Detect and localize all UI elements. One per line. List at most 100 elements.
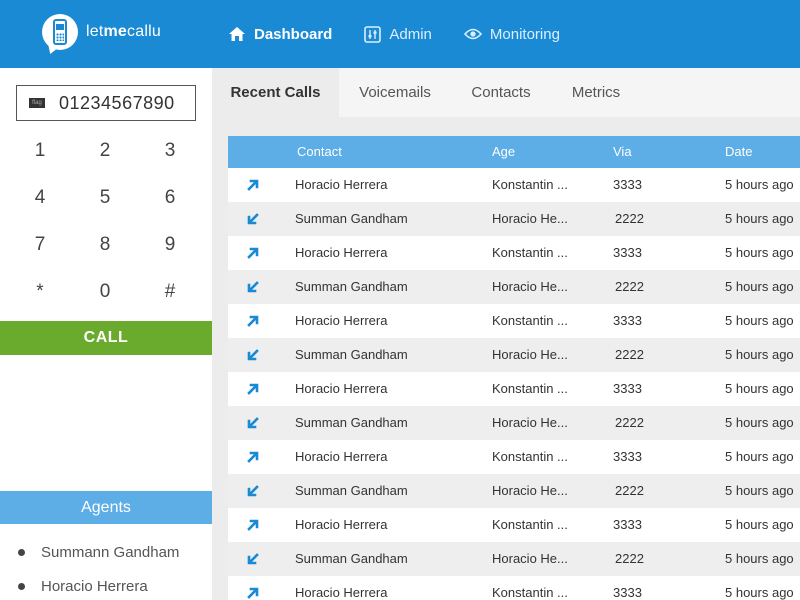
cell-date: 5 hours ago bbox=[725, 211, 794, 226]
phone-number-value: 01234567890 bbox=[59, 92, 175, 113]
cell-age: Konstantin ... bbox=[492, 585, 568, 600]
key-8[interactable]: 8 bbox=[75, 225, 135, 265]
cell-age: Konstantin ... bbox=[492, 449, 568, 464]
nav-admin-label: Admin bbox=[389, 25, 432, 43]
table-row[interactable]: Horacio Herrera Konstantin ... 3333 5 hours… bbox=[228, 508, 800, 542]
outgoing-call-icon bbox=[246, 178, 260, 192]
logo[interactable]: letmecallu bbox=[42, 14, 161, 50]
table-row[interactable]: Horacio Herrera Konstantin ... 3333 5 hours… bbox=[228, 440, 800, 474]
key-hash[interactable]: # bbox=[140, 272, 200, 312]
cell-contact[interactable]: Summan Gandham bbox=[295, 542, 408, 576]
nav-admin[interactable]: Admin bbox=[364, 26, 432, 43]
cell-via: 3333 bbox=[613, 585, 642, 600]
cell-date: 5 hours ago bbox=[725, 551, 794, 566]
column-header-age[interactable]: Age bbox=[492, 136, 515, 168]
cell-date: 5 hours ago bbox=[725, 177, 794, 192]
column-header-contact[interactable]: Contact bbox=[297, 136, 342, 168]
cell-contact[interactable]: Horacio Herrera bbox=[295, 372, 387, 406]
key-0[interactable]: 0 bbox=[75, 272, 135, 312]
cell-age: Horacio He... bbox=[492, 415, 568, 430]
cell-via: 3333 bbox=[613, 313, 642, 328]
key-9[interactable]: 9 bbox=[140, 225, 200, 265]
top-bar: letmecallu Dashboard Admin Monitoring bbox=[0, 0, 800, 68]
table-row[interactable]: Horacio Herrera Konstantin ... 3333 5 hours… bbox=[228, 372, 800, 406]
agent-name: Horacio Herrera bbox=[41, 578, 148, 595]
cell-contact[interactable]: Summan Gandham bbox=[295, 338, 408, 372]
cell-contact[interactable]: Horacio Herrera bbox=[295, 168, 387, 202]
nav-dashboard-label: Dashboard bbox=[254, 25, 333, 43]
table-row[interactable]: Summan Gandham Horacio He... 2222 5 hours a… bbox=[228, 202, 800, 236]
key-5[interactable]: 5 bbox=[75, 178, 135, 218]
sliders-icon bbox=[364, 25, 382, 43]
cell-contact[interactable]: Horacio Herrera bbox=[295, 440, 387, 474]
cell-age: Konstantin ... bbox=[492, 245, 568, 260]
cell-contact[interactable]: Horacio Herrera bbox=[295, 576, 387, 600]
cell-contact[interactable]: Summan Gandham bbox=[295, 270, 408, 304]
outgoing-call-icon bbox=[246, 314, 260, 328]
cell-via: 2222 bbox=[615, 415, 644, 430]
key-3[interactable]: 3 bbox=[140, 131, 200, 171]
cell-via: 3333 bbox=[613, 245, 642, 260]
cell-via: 2222 bbox=[615, 483, 644, 498]
cell-age: Horacio He... bbox=[492, 483, 568, 498]
nav-monitoring[interactable]: Monitoring bbox=[463, 26, 560, 43]
country-flag-icon[interactable]: flag bbox=[29, 98, 45, 108]
phone-number-input[interactable]: flag 01234567890 bbox=[16, 85, 196, 121]
agent-item[interactable]: Horacio Herrera bbox=[18, 578, 148, 595]
column-header-date[interactable]: Date bbox=[725, 136, 752, 168]
cell-contact[interactable]: Summan Gandham bbox=[295, 202, 408, 236]
column-header-via[interactable]: Via bbox=[613, 136, 632, 168]
cell-age: Konstantin ... bbox=[492, 381, 568, 396]
cell-age: Horacio He... bbox=[492, 211, 568, 226]
outgoing-call-icon bbox=[246, 586, 260, 600]
cell-age: Horacio He... bbox=[492, 551, 568, 566]
nav-dashboard[interactable]: Dashboard bbox=[228, 26, 332, 43]
call-button[interactable]: CALL bbox=[0, 321, 212, 355]
tab-recent-calls[interactable]: Recent Calls bbox=[212, 68, 339, 117]
table-row[interactable]: Summan Gandham Horacio He... 2222 5 hours a… bbox=[228, 474, 800, 508]
cell-date: 5 hours ago bbox=[725, 483, 794, 498]
tab-voicemails[interactable]: Voicemails bbox=[339, 68, 451, 117]
outgoing-call-icon bbox=[246, 450, 260, 464]
logo-text: letmecallu bbox=[86, 23, 161, 40]
status-dot-icon bbox=[18, 583, 25, 590]
cell-via: 2222 bbox=[615, 279, 644, 294]
key-4[interactable]: 4 bbox=[10, 178, 70, 218]
cell-contact[interactable]: Summan Gandham bbox=[295, 474, 408, 508]
key-6[interactable]: 6 bbox=[140, 178, 200, 218]
key-2[interactable]: 2 bbox=[75, 131, 135, 171]
table-row[interactable]: Summan Gandham Horacio He... 2222 5 hours a… bbox=[228, 338, 800, 372]
table-header: Contact Age Via Date bbox=[228, 136, 800, 168]
cell-date: 5 hours ago bbox=[725, 313, 794, 328]
table-row[interactable]: Horacio Herrera Konstantin ... 3333 5 hours… bbox=[228, 168, 800, 202]
outgoing-call-icon bbox=[246, 518, 260, 532]
cell-date: 5 hours ago bbox=[725, 517, 794, 532]
cell-date: 5 hours ago bbox=[725, 415, 794, 430]
agent-name: Summann Gandham bbox=[41, 544, 180, 561]
table-row[interactable]: Summan Gandham Horacio He... 2222 5 hours a… bbox=[228, 542, 800, 576]
agent-item[interactable]: Summann Gandham bbox=[18, 544, 179, 561]
tab-metrics[interactable]: Metrics bbox=[551, 68, 641, 117]
table-row[interactable]: Summan Gandham Horacio He... 2222 5 hours a… bbox=[228, 406, 800, 440]
key-7[interactable]: 7 bbox=[10, 225, 70, 265]
table-row[interactable]: Summan Gandham Horacio He... 2222 5 hours a… bbox=[228, 270, 800, 304]
cell-date: 5 hours ago bbox=[725, 449, 794, 464]
incoming-call-icon bbox=[246, 348, 260, 362]
cell-contact[interactable]: Summan Gandham bbox=[295, 406, 408, 440]
incoming-call-icon bbox=[246, 484, 260, 498]
table-row[interactable]: Horacio Herrera Konstantin ... 3333 5 hours… bbox=[228, 304, 800, 338]
table-body: Horacio Herrera Konstantin ... 3333 5 hours… bbox=[228, 168, 800, 600]
cell-contact[interactable]: Horacio Herrera bbox=[295, 304, 387, 338]
key-1[interactable]: 1 bbox=[10, 131, 70, 171]
outgoing-call-icon bbox=[246, 382, 260, 396]
cell-via: 2222 bbox=[615, 347, 644, 362]
cell-contact[interactable]: Horacio Herrera bbox=[295, 508, 387, 542]
key-star[interactable]: * bbox=[10, 272, 70, 312]
incoming-call-icon bbox=[246, 212, 260, 226]
cell-age: Konstantin ... bbox=[492, 313, 568, 328]
cell-contact[interactable]: Horacio Herrera bbox=[295, 236, 387, 270]
cell-via: 2222 bbox=[615, 551, 644, 566]
table-row[interactable]: Horacio Herrera Konstantin ... 3333 5 hours… bbox=[228, 236, 800, 270]
table-row[interactable]: Horacio Herrera Konstantin ... 3333 5 hours… bbox=[228, 576, 800, 600]
tab-contacts[interactable]: Contacts bbox=[451, 68, 551, 117]
